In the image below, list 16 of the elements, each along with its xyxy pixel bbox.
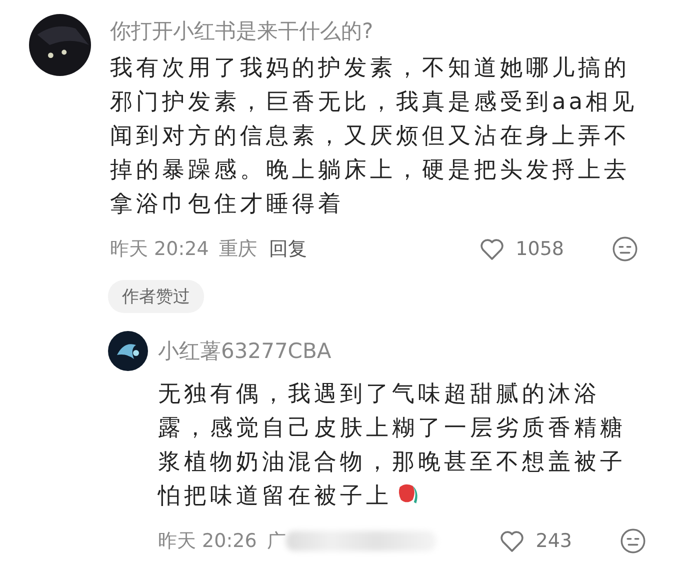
avatar[interactable] [108,331,148,371]
face-icon[interactable] [620,528,646,554]
reply-text: 无独有偶，我遇到了气味超甜腻的沐浴露，感觉自己皮肤上糊了一层劣质香精糖浆植物奶油混合物，那晚甚至不想盖被子怕把味道留在被子上 [158,380,627,511]
like-count: 1058 [516,238,564,260]
face-icon[interactable] [612,236,638,262]
comment-text: 我有次用了我妈的护发素，不知道她哪儿搞的邪门护发素，巨香无比，我真是感受到aa相见闻到对方的信息素，又厌烦但又沾在身上弄不掉的暴躁感。晚上躺床上，硬是把头发捋上去拿浴巾包住才睡得着 [110,54,639,219]
avatar[interactable] [29,14,91,76]
username[interactable]: 你打开小红书是来干什么的? [110,15,640,47]
reply-link[interactable]: 回复 [268,236,307,262]
username[interactable]: 小红薯63277CBA [158,331,646,371]
comment-location: 重庆 [218,237,257,262]
reply-time: 昨天 20:26 [158,529,257,554]
author-liked-badge: 作者赞过 [108,280,204,313]
like-count: 243 [536,530,572,552]
comment-time: 昨天 20:24 [110,237,209,262]
reply-location: 广 [266,529,286,554]
